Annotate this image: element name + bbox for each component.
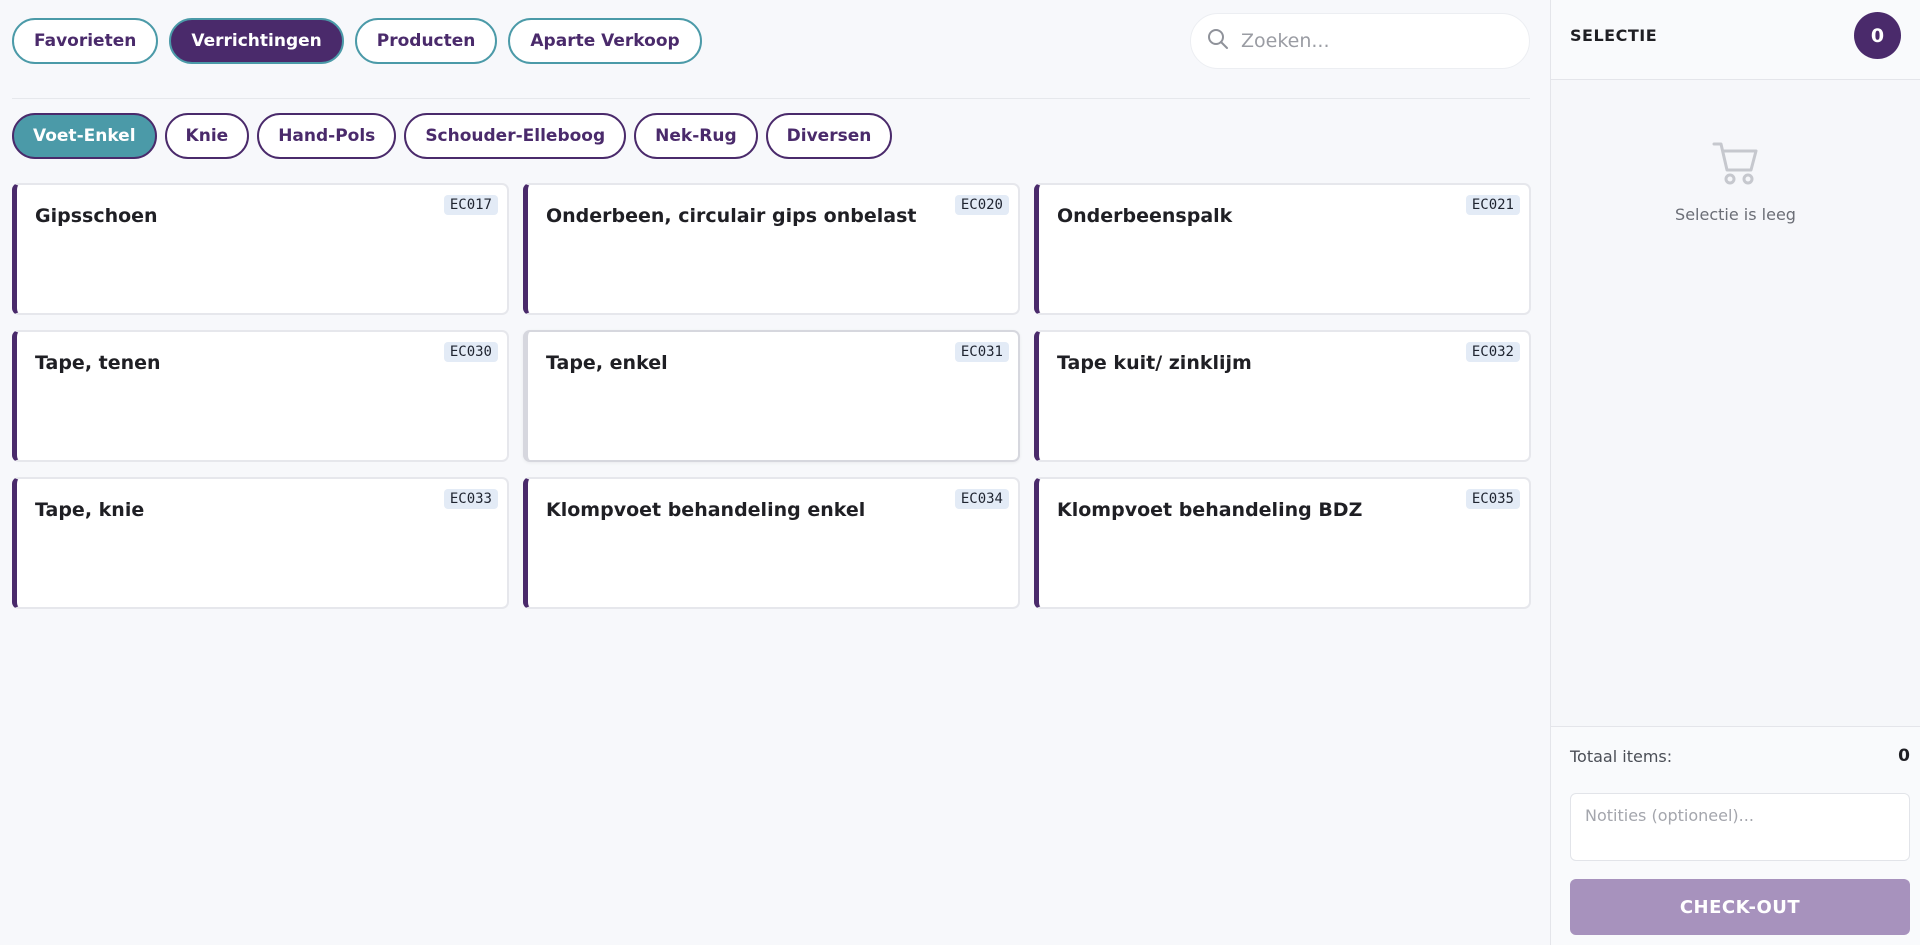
tab-verrichtingen[interactable]: Verrichtingen — [169, 18, 344, 64]
card-title: Klompvoet behandeling enkel — [546, 499, 866, 521]
search-box — [1190, 13, 1530, 69]
card-title: Onderbeenspalk — [1057, 205, 1233, 227]
selection-footer: Totaal items: 0 CHECK-OUT — [1551, 726, 1920, 945]
search-icon — [1207, 28, 1229, 54]
empty-selection-text: Selectie is leeg — [1675, 205, 1796, 224]
procedure-card[interactable]: Gipsschoen EC017 — [12, 183, 509, 315]
card-code-badge: EC032 — [1465, 342, 1520, 362]
procedure-card[interactable]: Tape, enkel EC031 — [523, 330, 1020, 462]
card-title: Tape, knie — [35, 499, 145, 521]
tab-favorieten[interactable]: Favorieten — [12, 18, 159, 64]
procedure-card[interactable]: Tape kuit/ zinklijm EC032 — [1034, 330, 1531, 462]
card-code-badge: EC030 — [443, 342, 498, 362]
procedure-card[interactable]: Tape, knie EC033 — [12, 477, 509, 609]
main-panel: Favorieten Verrichtingen Producten Apart… — [0, 0, 1550, 945]
card-code-badge: EC020 — [954, 195, 1009, 215]
total-items-value: 0 — [1898, 746, 1910, 766]
card-title: Tape, tenen — [35, 352, 161, 374]
subtab-voet-enkel[interactable]: Voet-Enkel — [12, 113, 157, 159]
card-title: Tape kuit/ zinklijm — [1057, 352, 1252, 374]
card-code-badge: EC031 — [954, 342, 1009, 362]
procedure-card[interactable]: Onderbeen, circulair gips onbelast EC020 — [523, 183, 1020, 315]
selection-title: SELECTIE — [1570, 26, 1658, 45]
procedure-card[interactable]: Klompvoet behandeling BDZ EC035 — [1034, 477, 1531, 609]
procedure-card[interactable]: Tape, tenen EC030 — [12, 330, 509, 462]
procedure-card[interactable]: Klompvoet behandeling enkel EC034 — [523, 477, 1020, 609]
card-code-badge: EC035 — [1465, 489, 1520, 509]
card-code-badge: EC034 — [954, 489, 1009, 509]
card-code-badge: EC021 — [1465, 195, 1520, 215]
card-title: Tape, enkel — [546, 352, 668, 374]
subtab-schouder-elleboog[interactable]: Schouder-Elleboog — [404, 113, 627, 159]
subtab-hand-pols[interactable]: Hand-Pols — [257, 113, 397, 159]
notes-field[interactable] — [1570, 793, 1910, 861]
card-title: Onderbeen, circulair gips onbelast — [546, 205, 917, 227]
tab-producten[interactable]: Producten — [354, 18, 498, 64]
subtab-diversen[interactable]: Diversen — [765, 113, 893, 159]
divider — [12, 98, 1530, 99]
subcategory-tabs: Voet-Enkel Knie Hand-Pols Schouder-Elleb… — [12, 113, 893, 159]
card-title: Klompvoet behandeling BDZ — [1057, 499, 1363, 521]
subtab-nek-rug[interactable]: Nek-Rug — [634, 113, 758, 159]
selection-header: SELECTIE 0 — [1551, 0, 1920, 80]
selection-panel: SELECTIE 0 Selectie is leeg Totaal items… — [1550, 0, 1920, 945]
category-tabs: Favorieten Verrichtingen Producten Apart… — [12, 18, 702, 64]
search-input[interactable] — [1241, 30, 1511, 52]
procedure-card[interactable]: Onderbeenspalk EC021 — [1034, 183, 1531, 315]
card-title: Gipsschoen — [35, 205, 158, 227]
card-code-badge: EC033 — [443, 489, 498, 509]
subtab-knie[interactable]: Knie — [164, 113, 250, 159]
checkout-button[interactable]: CHECK-OUT — [1570, 879, 1910, 935]
cart-icon — [1711, 138, 1761, 192]
total-items-label: Totaal items: — [1570, 747, 1673, 766]
selection-count-badge: 0 — [1854, 12, 1901, 59]
tab-aparte-verkoop[interactable]: Aparte Verkoop — [508, 18, 702, 64]
app: Favorieten Verrichtingen Producten Apart… — [0, 0, 1920, 945]
card-code-badge: EC017 — [443, 195, 498, 215]
procedure-grid: Gipsschoen EC017 Onderbeen, circulair gi… — [12, 183, 1531, 609]
